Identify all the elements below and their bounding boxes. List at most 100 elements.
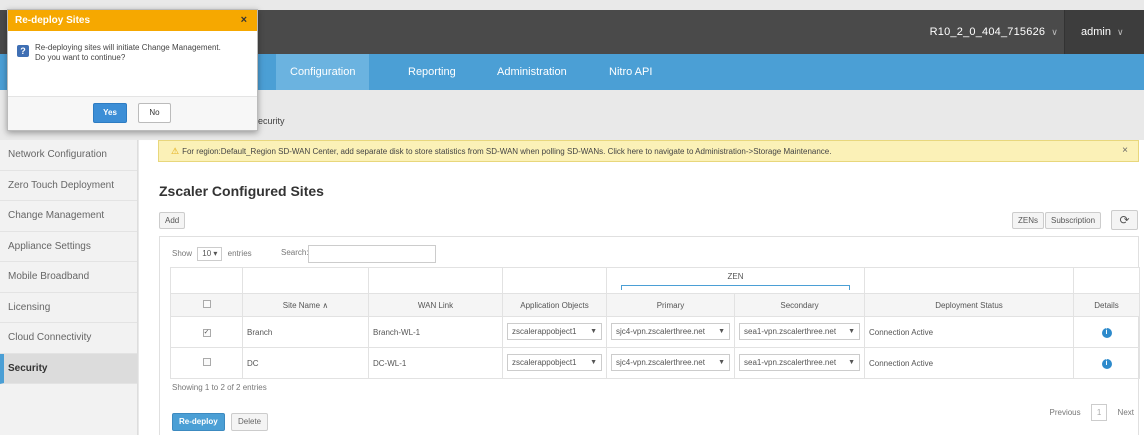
sidebar-item-security[interactable]: Security [0,353,137,384]
tab-reporting[interactable]: Reporting [394,54,470,90]
table-row: DC DC-WL-1 ▼ zscalerappobject1 ▼ sjc4-vpn.… [170,347,1140,379]
column-header-row: Site Name ∧ WAN Link Application Objects… [170,293,1140,317]
secondary-cell: ▼ sea1-vpn.zscalerthree.net [734,316,865,348]
spacer-cell [170,267,243,294]
sidebar-item-zero-touch-deployment[interactable]: Zero Touch Deployment [0,171,137,201]
zen-group-header: ZEN [606,267,865,294]
col-primary[interactable]: Primary [606,293,735,317]
wan-link-cell: Branch-WL-1 [368,316,503,348]
build-label: R10_2_0_404_715626 [929,26,1046,38]
row-select-cell: ✓ [170,316,243,348]
sort-up-icon: ∧ [322,300,329,310]
delete-button[interactable]: Delete [231,413,269,431]
previous-button[interactable]: Previous [1050,408,1081,417]
status-cell: Connection Active [864,316,1074,348]
dialog-message: Re-deploying sites will initiate Change … [35,43,240,63]
zens-button[interactable]: ZENs [1012,212,1044,229]
redeploy-dialog: Re-deploy Sites × ? Re-deploying sites w… [7,9,258,131]
info-icon[interactable]: i [1101,358,1112,369]
chevron-down-icon: ▼ [590,358,597,366]
main-content: ⚠ For region:Default_Region SD-WAN Center… [139,140,1144,435]
select-all-cell [170,293,243,317]
dialog-footer: Yes No [8,96,257,130]
spacer-cell [242,267,369,294]
app-objects-cell: ▼ zscalerappobject1 [502,347,607,379]
details-cell: i [1073,347,1140,379]
select-value: sea1-vpn.zscalerthree.net [744,357,837,367]
col-secondary[interactable]: Secondary [734,293,865,317]
refresh-icon[interactable]: ⟳ [1111,210,1138,230]
zen-group-label: ZEN [727,271,744,281]
spacer-cell [368,267,503,294]
tab-nitro-api[interactable]: Nitro API [595,54,666,90]
sidebar-item-licensing[interactable]: Licensing [0,293,137,323]
question-icon: ? [17,45,29,57]
zen-bracket [621,284,850,290]
spacer-cell [1073,267,1140,294]
col-deployment-status[interactable]: Deployment Status [864,293,1074,317]
primary-zen-select[interactable]: ▼ sjc4-vpn.zscalerthree.net [611,353,730,371]
page-title: Zscaler Configured Sites [159,183,324,199]
sites-table: ZEN Site Name ∧ WAN Link Application Obj… [170,267,1140,379]
search-label: Search: [281,248,309,257]
chevron-down-icon: ∨ [1116,27,1124,37]
site-name-cell: Branch [242,316,369,348]
dialog-title: Re-deploy Sites [8,10,257,31]
app-objects-select[interactable]: ▼ zscalerappobject1 [507,353,602,371]
col-application-objects[interactable]: Application Objects [502,293,607,317]
dialog-message-line2: Do you want to continue? [35,53,126,62]
app-objects-select[interactable]: ▼ zscalerappobject1 [507,322,602,340]
wan-link-cell: DC-WL-1 [368,347,503,379]
row-checkbox[interactable] [202,358,211,366]
search-input[interactable] [308,245,436,263]
warning-text[interactable]: For region:Default_Region SD-WAN Center,… [182,147,831,156]
subscription-button[interactable]: Subscription [1045,212,1102,229]
select-all-checkbox[interactable] [202,300,211,308]
spacer-cell [864,267,1074,294]
secondary-zen-select[interactable]: ▼ sea1-vpn.zscalerthree.net [739,353,860,371]
showing-info: Showing 1 to 2 of 2 entries [172,383,267,392]
col-site-name[interactable]: Site Name ∧ [242,293,369,317]
primary-cell: ▼ sjc4-vpn.zscalerthree.net [606,316,735,348]
sidebar-item-cloud-connectivity[interactable]: Cloud Connectivity [0,323,137,354]
col-details[interactable]: Details [1073,293,1140,317]
details-cell: i [1073,316,1140,348]
add-button[interactable]: Add [159,212,186,229]
page-length: Show 10 ▾ entries [172,247,252,261]
next-button[interactable]: Next [1118,408,1134,417]
entries-select[interactable]: 10 ▾ [197,247,223,261]
col-label: Site Name [282,300,321,310]
row-checkbox[interactable]: ✓ [202,329,211,337]
select-value: zscalerappobject1 [512,326,577,336]
close-icon[interactable]: × [1122,141,1128,161]
warning-icon: ⚠ [171,146,180,156]
pagination: Previous 1 Next [1042,404,1134,421]
yes-button[interactable]: Yes [93,103,127,123]
sidebar-item-appliance-settings[interactable]: Appliance Settings [0,232,137,262]
primary-zen-select[interactable]: ▼ sjc4-vpn.zscalerthree.net [611,322,730,340]
info-icon[interactable]: i [1101,327,1112,338]
warning-banner: ⚠ For region:Default_Region SD-WAN Center… [158,140,1139,162]
chevron-down-icon: ▼ [848,327,855,335]
sidebar-item-network-configuration[interactable]: Network Configuration [0,140,137,171]
sidebar-item-change-management[interactable]: Change Management [0,201,137,232]
build-selector[interactable]: R10_2_0_404_715626 ∨ [930,10,1058,54]
close-icon[interactable]: × [241,10,247,31]
chevron-down-icon: ▼ [590,327,597,335]
select-value: zscalerappobject1 [512,357,577,367]
show-label: Show [172,249,193,258]
redeploy-button[interactable]: Re-deploy [172,413,225,431]
sidebar: Network Configuration Zero Touch Deploym… [0,140,138,435]
sidebar-item-mobile-broadband[interactable]: Mobile Broadband [0,262,137,293]
page-1-button[interactable]: 1 [1090,404,1108,421]
col-wan-link[interactable]: WAN Link [368,293,503,317]
table-row: ✓ Branch Branch-WL-1 ▼ zscalerappobject1 … [170,316,1140,348]
tab-administration[interactable]: Administration [483,54,581,90]
no-button[interactable]: No [138,103,171,123]
user-menu[interactable]: admin ∨ [1065,10,1144,54]
entries-value: 10 [202,249,212,258]
tab-configuration[interactable]: Configuration [276,54,370,90]
entries-label: entries [227,249,252,258]
secondary-zen-select[interactable]: ▼ sea1-vpn.zscalerthree.net [739,322,860,340]
breadcrumb: ecurity [258,116,285,126]
